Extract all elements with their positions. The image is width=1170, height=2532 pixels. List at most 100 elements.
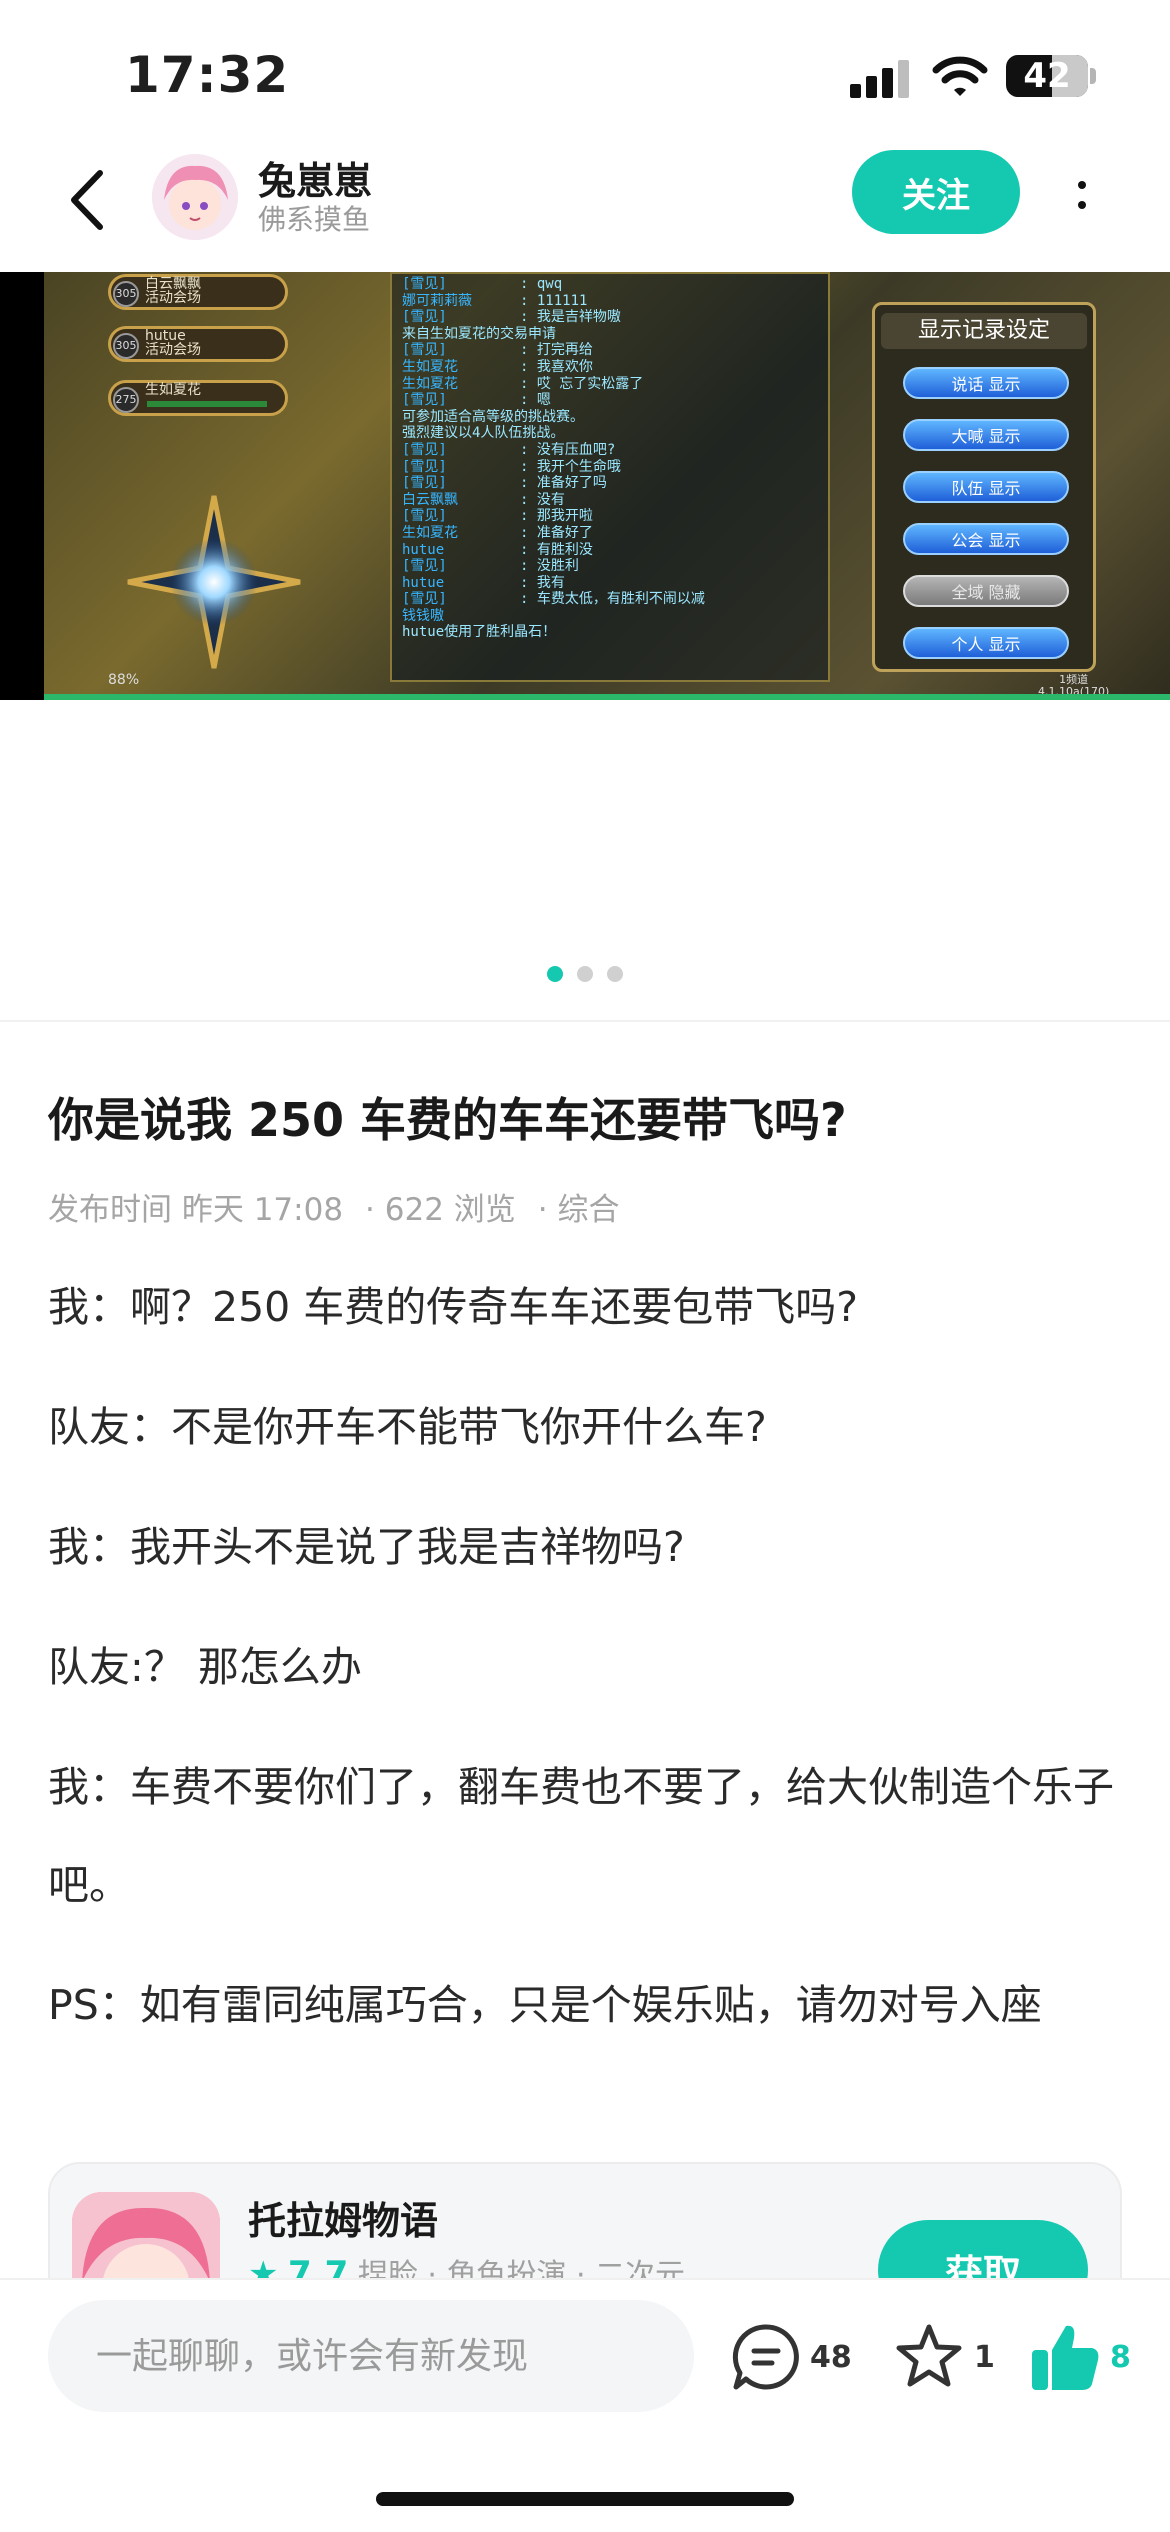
chat-sender: 生如夏花: [402, 358, 458, 375]
more-dot: [1078, 201, 1086, 209]
favorite-count: 1: [974, 2339, 995, 2375]
chat-line: 钱钱嗷: [402, 608, 818, 625]
chat-sender: [雪见]: [402, 392, 447, 409]
chat-message: 强烈建议以4人队伍挑战。: [402, 425, 565, 442]
home-indicator[interactable]: [376, 2492, 794, 2506]
divider: [0, 1020, 1170, 1022]
post-category[interactable]: · 综合: [538, 1192, 620, 1228]
chat-line: 生如夏花 : 我喜欢你: [402, 359, 818, 376]
party-member-name: 生如夏花: [145, 382, 201, 398]
author-tagline: 佛系摸鱼: [258, 203, 371, 236]
chat-line: 生如夏花: 哎 忘了实松露了: [402, 376, 818, 393]
chat-line: 强烈建议以4人队伍挑战。: [402, 425, 818, 442]
more-options-button[interactable]: [1060, 160, 1104, 230]
chat-sender: 钱钱嗷: [402, 607, 444, 624]
more-dot: [1078, 181, 1086, 189]
chat-sender: [雪见]: [402, 591, 447, 608]
chat-line: [雪见]: 没胜利: [402, 558, 818, 575]
status-bar: 17:32 42: [0, 0, 1170, 140]
chat-message: : 我是吉祥物嗷: [520, 309, 621, 326]
record-toggle-button: 公会 显示: [903, 523, 1069, 555]
chat-sender: [雪见]: [402, 276, 447, 292]
carousel-pager: [0, 966, 1170, 986]
chat-message: : 我有: [520, 574, 565, 591]
chat-message: : 打完再给: [520, 342, 593, 359]
chat-line: 来自生如夏花的交易申请: [402, 326, 818, 343]
chat-sender: [雪见]: [402, 475, 447, 492]
chat-message: : 我开个生命哦: [520, 458, 621, 475]
cellular-signal-icon: [850, 58, 912, 98]
chat-message: : 准备好了吗: [520, 475, 607, 492]
record-toggle-button: 说话 显示: [903, 367, 1069, 399]
post-header: 兔崽崽 佛系摸鱼 关注: [0, 140, 1170, 272]
chat-sender: [雪见]: [402, 342, 447, 359]
pager-dot[interactable]: [547, 966, 563, 982]
chat-message: : 111111: [520, 292, 588, 309]
chat-message: : 我喜欢你: [520, 358, 593, 375]
back-button[interactable]: [58, 160, 118, 240]
party-member-hp-bar: [147, 401, 267, 407]
follow-button[interactable]: 关注: [852, 150, 1020, 234]
chat-message: : 没有压血吧?: [520, 441, 616, 458]
hp-percentage: 88%: [108, 672, 140, 688]
record-settings-panel: 显示记录设定 说话 显示 大喊 显示 队伍 显示 公会 显示 全域 隐藏 个人 显示: [872, 302, 1096, 672]
chat-line: hutue使用了胜利晶石！: [402, 624, 818, 641]
party-member-level: 275: [113, 387, 139, 413]
chat-line: 白云飘飘: 没有: [402, 492, 818, 509]
comment-input[interactable]: [48, 2300, 694, 2412]
chat-line: 娜可莉莉薇 : 111111: [402, 293, 818, 310]
post-image-carousel[interactable]: 305 白云飘飘 活动会场 305 hutue 活动会场 275 生如夏花 [雪…: [0, 272, 1170, 700]
chat-message: : 那我开啦: [520, 508, 593, 525]
pager-dot[interactable]: [577, 966, 593, 982]
record-toggle-button: 队伍 显示: [903, 471, 1069, 503]
chat-message: hutue使用了胜利晶石！: [402, 624, 557, 641]
record-settings-title: 显示记录设定: [881, 313, 1087, 349]
chat-sender: hutue: [402, 541, 445, 558]
comment-button[interactable]: 48: [730, 2312, 852, 2402]
chat-line: 可参加适合高等级的挑战赛。: [402, 409, 818, 426]
post-paragraph: 我：车费不要你们了，翻车费也不要了，给大伙制造个乐子吧。: [48, 1763, 1114, 1909]
chat-line: [雪见] : 我是吉祥物嗷: [402, 309, 818, 326]
post-title: 你是说我 250 车费的车车还要带飞吗?: [48, 1093, 847, 1147]
party-member-level: 305: [113, 281, 139, 307]
comment-count: 48: [810, 2339, 852, 2375]
chat-message: 来自生如夏花的交易申请: [402, 325, 556, 342]
chat-line: [雪见] : 车费太低，有胜利不闹以减: [402, 591, 818, 608]
battery-icon: 42: [1006, 55, 1088, 97]
chat-line: hutue : 我有: [402, 575, 818, 592]
image-edge: [0, 272, 44, 700]
chat-sender: 白云飘飘: [402, 491, 458, 508]
chat-message: : 车费太低，有胜利不闹以减: [520, 591, 705, 608]
record-toggle-button: 大喊 显示: [903, 419, 1069, 451]
post-paragraph: 队友：不是你开车不能带飞你开什么车?: [48, 1403, 767, 1451]
chat-message: : 有胜利没: [520, 541, 593, 558]
chat-line: [雪见]: 没有压血吧?: [402, 442, 818, 459]
party-member: 305 hutue 活动会场: [108, 326, 288, 362]
post-paragraph: 我：我开头不是说了我是吉祥物吗?: [48, 1523, 685, 1571]
post-paragraph: PS：如有雷同纯属巧合，只是个娱乐贴，请勿对号入座: [48, 1981, 1042, 2029]
thumbs-up-icon: [1032, 2325, 1099, 2390]
favorite-button[interactable]: 1: [892, 2312, 995, 2402]
record-toggle-button: 个人 显示: [903, 627, 1069, 659]
chat-message: : 没胜利: [520, 558, 579, 575]
chat-sender: [雪见]: [402, 458, 447, 475]
chat-message: : 准备好了: [520, 524, 593, 541]
author-avatar[interactable]: [152, 154, 238, 240]
post-paragraph: 队友:？ 那怎么办: [48, 1643, 362, 1691]
pager-dot[interactable]: [607, 966, 623, 982]
battery-level: 42: [1023, 56, 1071, 96]
wifi-icon: [932, 54, 988, 98]
author-name[interactable]: 兔崽崽: [258, 150, 372, 205]
chat-message: : 哎 忘了实松露了: [520, 375, 644, 392]
party-member: 275 生如夏花: [108, 380, 288, 416]
chat-sender: hutue: [402, 574, 445, 591]
hp-bar: [44, 694, 1170, 700]
chat-sender: 娜可莉莉薇: [402, 292, 472, 309]
chat-sender: [雪见]: [402, 309, 447, 326]
chat-sender: 生如夏花: [402, 524, 458, 541]
post-body: 我：啊？250 车费的传奇车车还要包带飞吗? 队友：不是你开车不能带飞你开什么车…: [48, 1258, 1128, 2076]
chat-message: 可参加适合高等级的挑战赛。: [402, 408, 584, 425]
post-publish-time: 发布时间 昨天 17:08: [48, 1192, 344, 1228]
like-button[interactable]: 8: [1028, 2312, 1131, 2402]
chat-line: [雪见] : 打完再给: [402, 342, 818, 359]
